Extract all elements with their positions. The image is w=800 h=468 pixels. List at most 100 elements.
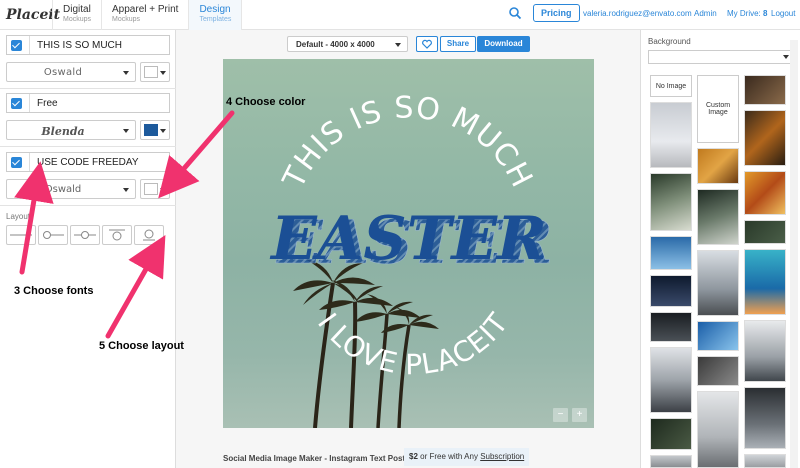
nav-design-title: Design (199, 4, 231, 15)
background-thumbnail[interactable] (650, 418, 692, 450)
divider (0, 146, 176, 147)
nav-design[interactable]: Design Templates (188, 0, 243, 30)
size-select[interactable]: Default - 4000 x 4000 (287, 36, 408, 52)
color-select-2[interactable] (140, 120, 170, 140)
center-text: EASTER (269, 204, 547, 274)
pricing-button[interactable]: Pricing (533, 4, 580, 22)
top-curved-text: THIS IS SO MUCH (276, 90, 539, 194)
background-thumbnail[interactable] (650, 275, 692, 307)
layout-option-2[interactable] (38, 225, 68, 245)
product-caption: Social Media Image Maker - Instagram Tex… (223, 454, 406, 463)
background-thumbnail[interactable] (697, 189, 739, 245)
price-rest: or Free with Any (420, 452, 478, 461)
background-thumbnail[interactable] (650, 236, 692, 270)
zoom-in-button[interactable]: + (572, 408, 587, 422)
background-thumbnail[interactable] (744, 220, 786, 244)
user-email-link[interactable]: valeria.rodriguez@envato.com (583, 9, 692, 18)
background-thumbnail[interactable] (650, 455, 692, 468)
heart-icon (422, 39, 432, 49)
background-thumbnail[interactable] (744, 249, 786, 315)
layout-option-1[interactable] (6, 225, 36, 245)
admin-link[interactable]: Admin (694, 9, 717, 18)
chevron-down-icon (783, 55, 789, 59)
background-thumbnail[interactable] (650, 173, 692, 231)
background-category-select[interactable] (648, 50, 794, 64)
favorite-button[interactable] (416, 36, 438, 52)
my-drive-link[interactable]: My Drive: 8 (727, 9, 767, 18)
logout-link[interactable]: Logout (771, 9, 795, 18)
zoom-out-button[interactable]: − (553, 408, 568, 422)
background-thumbnail[interactable] (744, 110, 786, 166)
text-1-value: THIS IS SO MUCH (37, 40, 123, 51)
nav-digital-title: Digital (63, 4, 91, 15)
nav-apparel-print[interactable]: Apparel + Print Mockups (101, 0, 188, 30)
background-thumbnail[interactable] (697, 250, 739, 316)
text-2-checkbox[interactable] (11, 98, 22, 109)
background-thumbnail[interactable] (650, 312, 692, 342)
background-thumbnail[interactable] (697, 321, 739, 351)
layout-circle-icon (143, 229, 155, 241)
background-thumbnail[interactable] (744, 75, 786, 105)
divider (0, 88, 176, 89)
text-field-3[interactable]: USE CODE FREEDAY (6, 152, 170, 172)
background-thumbnail[interactable] (744, 387, 786, 449)
layout-circle-left-icon (43, 231, 64, 239)
layout-option-4[interactable] (102, 225, 132, 245)
download-button[interactable]: Download (477, 36, 530, 52)
background-thumbnail[interactable] (744, 454, 786, 468)
no-image-option[interactable]: No Image (650, 75, 692, 97)
nav-digital[interactable]: Digital Mockups (52, 0, 101, 30)
color-swatch (144, 124, 158, 136)
share-button[interactable]: Share (440, 36, 476, 52)
chevron-down-icon (160, 71, 166, 75)
layout-arc-top-icon (109, 229, 125, 241)
nav-apparel-sub: Mockups (112, 16, 141, 23)
my-drive-count: 8 (763, 9, 768, 18)
background-thumbnail[interactable] (744, 171, 786, 215)
my-drive-label: My Drive: (727, 9, 761, 18)
top-text-value: THIS IS SO MUCH (276, 90, 539, 194)
top-header: Placeit Digital Mockups Apparel + Print … (0, 0, 800, 30)
main-nav: Digital Mockups Apparel + Print Mockups … (52, 0, 243, 30)
text-3-checkbox[interactable] (11, 157, 22, 168)
text-field-2[interactable]: Free (6, 93, 170, 113)
text-2-value: Free (37, 98, 58, 109)
font-2-name: Blenda (41, 125, 85, 138)
layout-label: Layout (6, 212, 31, 221)
font-select-2[interactable]: Blenda (6, 120, 136, 140)
subscription-link[interactable]: Subscription (480, 452, 524, 461)
text-field-1[interactable]: THIS IS SO MUCH (6, 35, 170, 55)
text-3-value: USE CODE FREEDAY (37, 157, 139, 168)
background-thumbnail[interactable] (650, 102, 692, 168)
background-thumbnail[interactable] (697, 148, 739, 184)
color-select-3[interactable] (140, 179, 170, 199)
background-thumbnail[interactable] (697, 391, 739, 468)
chevron-down-icon (160, 188, 166, 192)
font-3-name: Oswald (44, 184, 82, 195)
nav-design-sub: Templates (199, 16, 232, 23)
field-divider (29, 153, 30, 171)
size-select-value: Default - 4000 x 4000 (296, 40, 375, 49)
font-select-3[interactable]: Oswald (6, 179, 136, 199)
background-thumbnail[interactable] (697, 356, 739, 386)
color-swatch (144, 66, 158, 78)
background-thumbnail[interactable] (744, 320, 786, 382)
chevron-down-icon (160, 129, 166, 133)
font-select-1[interactable]: Oswald (6, 62, 136, 82)
annotation-choose-layout: 5 Choose layout (99, 340, 184, 352)
background-thumbnail[interactable] (650, 347, 692, 413)
color-select-1[interactable] (140, 62, 170, 82)
design-preview[interactable]: THIS IS SO MUCH EASTER EASTER I LOVE PLA… (223, 59, 594, 428)
layout-option-3[interactable] (70, 225, 100, 245)
custom-image-option[interactable]: Custom Image (697, 75, 739, 143)
chevron-down-icon (123, 129, 129, 133)
layout-option-5[interactable] (134, 225, 164, 245)
text-1-checkbox[interactable] (11, 40, 22, 51)
price-badge: $2 or Free with Any Subscription (404, 448, 530, 466)
field-divider (29, 36, 30, 54)
background-label: Background (648, 37, 691, 46)
search-icon[interactable] (508, 6, 522, 20)
bottom-text-value: I LOVE PLACEIT (311, 307, 515, 382)
bottom-curved-text: I LOVE PLACEIT (311, 307, 515, 382)
scrollbar[interactable] (790, 40, 798, 468)
